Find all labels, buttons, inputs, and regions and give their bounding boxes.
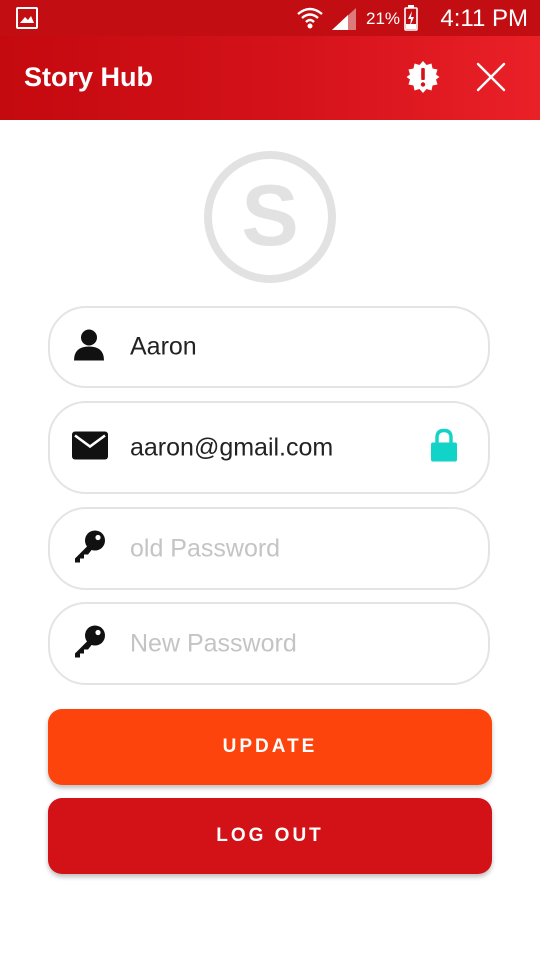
signal-icon	[330, 6, 358, 37]
logo-letter: S	[241, 168, 298, 264]
wifi-icon	[296, 5, 324, 36]
close-button[interactable]	[470, 58, 512, 100]
new-password-field[interactable]	[48, 602, 490, 685]
key-icon	[72, 529, 106, 568]
gallery-icon	[16, 7, 38, 34]
lock-icon	[430, 428, 458, 467]
name-field[interactable]: Aaron	[48, 306, 490, 388]
battery-percent: 21%	[366, 9, 401, 28]
alert-icon	[406, 60, 440, 99]
update-button[interactable]: UPDATE	[48, 709, 492, 785]
battery-charging-icon	[404, 5, 418, 36]
user-icon	[72, 328, 106, 367]
name-value: Aaron	[130, 332, 197, 361]
old-password-field[interactable]	[48, 507, 490, 590]
key-icon	[72, 624, 106, 663]
app-logo: S	[203, 150, 337, 284]
status-bar: 21% 4:11 PM	[0, 0, 540, 36]
status-clock: 4:11 PM	[440, 5, 528, 32]
old-password-input[interactable]	[130, 534, 460, 563]
new-password-input[interactable]	[130, 629, 460, 658]
close-icon	[476, 62, 506, 97]
logout-button[interactable]: LOG OUT	[48, 798, 492, 874]
mail-icon	[72, 431, 108, 464]
email-field[interactable]: aaron@gmail.com	[48, 401, 490, 494]
email-value: aaron@gmail.com	[130, 433, 334, 461]
alert-button[interactable]	[402, 58, 444, 100]
app-bar: Story Hub	[0, 36, 540, 120]
app-title: Story Hub	[24, 62, 154, 92]
